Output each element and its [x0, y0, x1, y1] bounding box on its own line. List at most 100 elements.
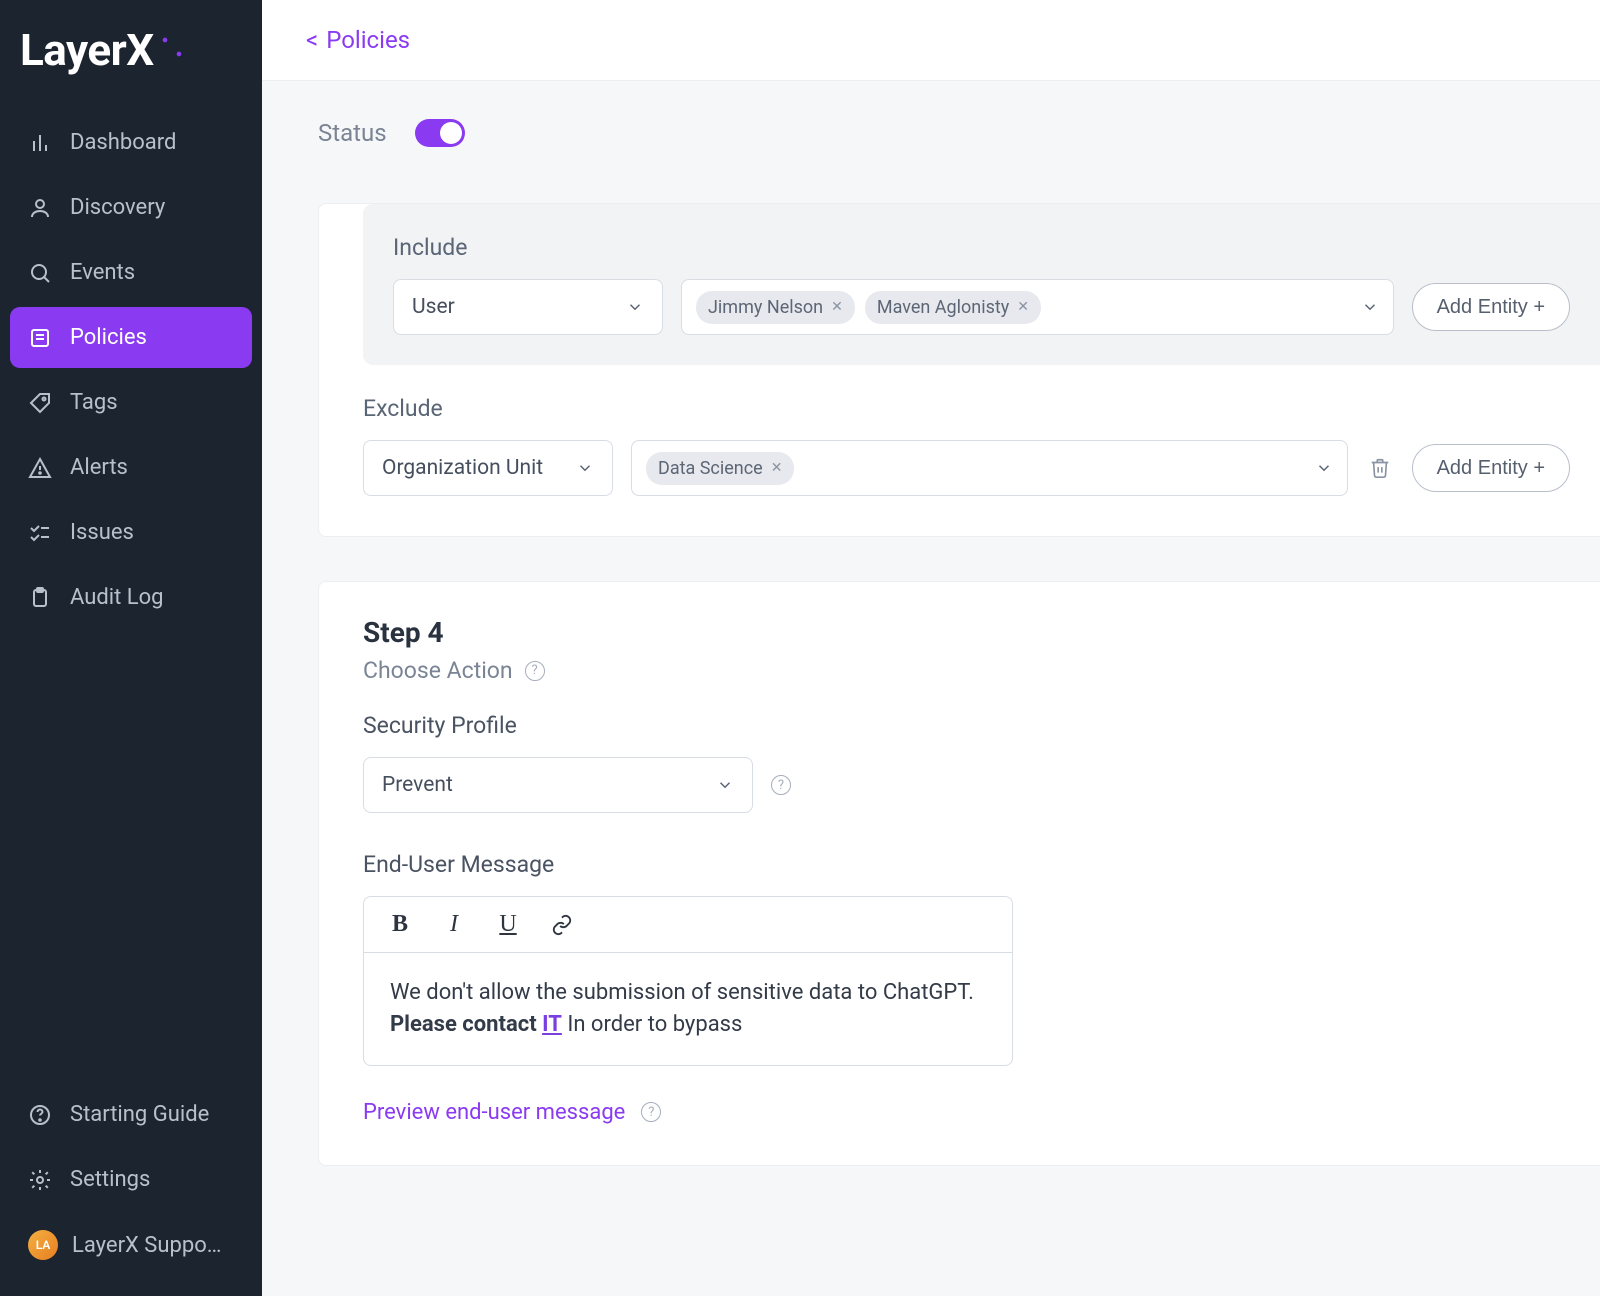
profile-label: LayerX Suppo… — [72, 1233, 221, 1258]
help-circle-icon — [28, 1103, 52, 1127]
select-value: User — [412, 295, 455, 319]
user-icon — [28, 196, 52, 220]
message-editor: B I U We don't allow the submission of s… — [363, 896, 1013, 1066]
sidebar-item-alerts[interactable]: Alerts — [10, 437, 252, 498]
chip-label: Data Science — [658, 458, 763, 479]
include-entities-input[interactable]: Jimmy Nelson ✕ Maven Aglonisty ✕ — [681, 279, 1394, 335]
step-subtitle: Choose Action — [363, 657, 513, 684]
link-icon — [551, 914, 573, 936]
alert-icon — [28, 456, 52, 480]
chevron-down-icon — [716, 776, 734, 794]
policies-icon — [28, 326, 52, 350]
clipboard-icon — [28, 586, 52, 610]
editor-toolbar: B I U — [364, 897, 1012, 953]
search-icon — [28, 261, 52, 285]
chip: Jimmy Nelson ✕ — [696, 291, 855, 324]
logo-mark-icon — [158, 33, 186, 61]
tag-icon — [28, 391, 52, 415]
breadcrumb-back[interactable]: < Policies — [306, 26, 1556, 54]
include-block: Include User Jimmy Nelson ✕ Maven Agloni… — [363, 204, 1600, 365]
help-icon[interactable]: ? — [771, 775, 791, 795]
sidebar-item-discovery[interactable]: Discovery — [10, 177, 252, 238]
step-4-card: Step 4 Choose Action ? Security Profile … — [318, 581, 1600, 1166]
step-subtitle-row: Choose Action ? — [363, 657, 1560, 684]
link-button[interactable] — [548, 911, 576, 939]
chevron-down-icon — [576, 459, 594, 477]
exclude-type-select[interactable]: Organization Unit — [363, 440, 613, 496]
avatar: LA — [28, 1230, 58, 1260]
sidebar-item-starting-guide[interactable]: Starting Guide — [10, 1084, 252, 1145]
select-value: Organization Unit — [382, 456, 543, 480]
sidebar-item-label: Audit Log — [70, 585, 164, 610]
sidebar-item-issues[interactable]: Issues — [10, 502, 252, 563]
status-toggle[interactable] — [415, 119, 465, 147]
sidebar-nav: Dashboard Discovery Events Policies Tags… — [0, 112, 262, 628]
security-profile-label: Security Profile — [363, 712, 1560, 739]
sidebar-item-events[interactable]: Events — [10, 242, 252, 303]
gear-icon — [28, 1168, 52, 1192]
bar-chart-icon — [28, 131, 52, 155]
sidebar-item-label: Issues — [70, 520, 134, 545]
help-icon[interactable]: ? — [525, 661, 545, 681]
status-row: Status — [318, 119, 1600, 147]
status-label: Status — [318, 119, 387, 147]
profile-row[interactable]: LA LayerX Suppo… — [10, 1214, 252, 1276]
sidebar-item-label: Events — [70, 260, 135, 285]
chip: Maven Aglonisty ✕ — [865, 291, 1041, 324]
bold-button[interactable]: B — [386, 911, 414, 939]
sidebar-item-label: Alerts — [70, 455, 128, 480]
exclude-add-entity-button[interactable]: Add Entity + — [1412, 444, 1570, 492]
chip-remove-icon[interactable]: ✕ — [831, 300, 843, 314]
chip-label: Maven Aglonisty — [877, 297, 1009, 318]
include-add-entity-button[interactable]: Add Entity + — [1412, 283, 1570, 331]
topbar: < Policies — [262, 0, 1600, 81]
sidebar-item-settings[interactable]: Settings — [10, 1149, 252, 1210]
sidebar-item-audit-log[interactable]: Audit Log — [10, 567, 252, 628]
message-link[interactable]: IT — [542, 1012, 562, 1037]
content: Status Include User Jimmy Nelson ✕ — [262, 81, 1600, 1296]
message-tail: In order to bypass — [562, 1012, 743, 1037]
exclude-block: Exclude Organization Unit Data Science ✕ — [319, 395, 1600, 496]
chevron-down-icon — [1315, 459, 1333, 477]
italic-button[interactable]: I — [440, 911, 468, 939]
brand-text: LayerX — [20, 24, 186, 76]
sidebar-item-label: Settings — [70, 1167, 150, 1192]
end-user-message-label: End-User Message — [363, 851, 1560, 878]
checklist-icon — [28, 521, 52, 545]
include-title: Include — [393, 234, 1570, 261]
include-type-select[interactable]: User — [393, 279, 663, 335]
chip-label: Jimmy Nelson — [708, 297, 823, 318]
underline-button[interactable]: U — [494, 911, 522, 939]
chevron-left-icon: < — [306, 26, 318, 54]
sidebar-item-label: Starting Guide — [70, 1102, 209, 1127]
chip-remove-icon[interactable]: ✕ — [771, 461, 783, 475]
select-value: Prevent — [382, 773, 453, 797]
sidebar-item-label: Policies — [70, 325, 147, 350]
trash-icon — [1369, 457, 1391, 479]
sidebar-item-tags[interactable]: Tags — [10, 372, 252, 433]
exclude-entities-input[interactable]: Data Science ✕ — [631, 440, 1348, 496]
exclude-title: Exclude — [363, 395, 1570, 422]
sidebar-item-label: Dashboard — [70, 130, 176, 155]
sidebar-item-dashboard[interactable]: Dashboard — [10, 112, 252, 173]
message-plain: We don't allow the submission of sensiti… — [390, 980, 974, 1005]
breadcrumb-label: Policies — [326, 26, 410, 54]
preview-message-link[interactable]: Preview end-user message — [363, 1100, 625, 1125]
chevron-down-icon — [1361, 298, 1379, 316]
security-profile-select[interactable]: Prevent — [363, 757, 753, 813]
main: < Policies Status Include User — [262, 0, 1600, 1296]
chip: Data Science ✕ — [646, 452, 794, 485]
step-title: Step 4 — [363, 616, 1560, 649]
sidebar: LayerX Dashboard Discovery Events Polici… — [0, 0, 262, 1296]
editor-body[interactable]: We don't allow the submission of sensiti… — [364, 953, 1012, 1065]
sidebar-item-policies[interactable]: Policies — [10, 307, 252, 368]
sidebar-item-label: Discovery — [70, 195, 165, 220]
exclude-delete-button[interactable] — [1366, 454, 1394, 482]
preview-row: Preview end-user message ? — [363, 1100, 1560, 1125]
sidebar-item-label: Tags — [70, 390, 118, 415]
chevron-down-icon — [626, 298, 644, 316]
sidebar-bottom: Starting Guide Settings LA LayerX Suppo… — [0, 1084, 262, 1296]
chip-remove-icon[interactable]: ✕ — [1017, 300, 1029, 314]
message-bold: Please contact — [390, 1012, 542, 1037]
help-icon[interactable]: ? — [641, 1102, 661, 1122]
